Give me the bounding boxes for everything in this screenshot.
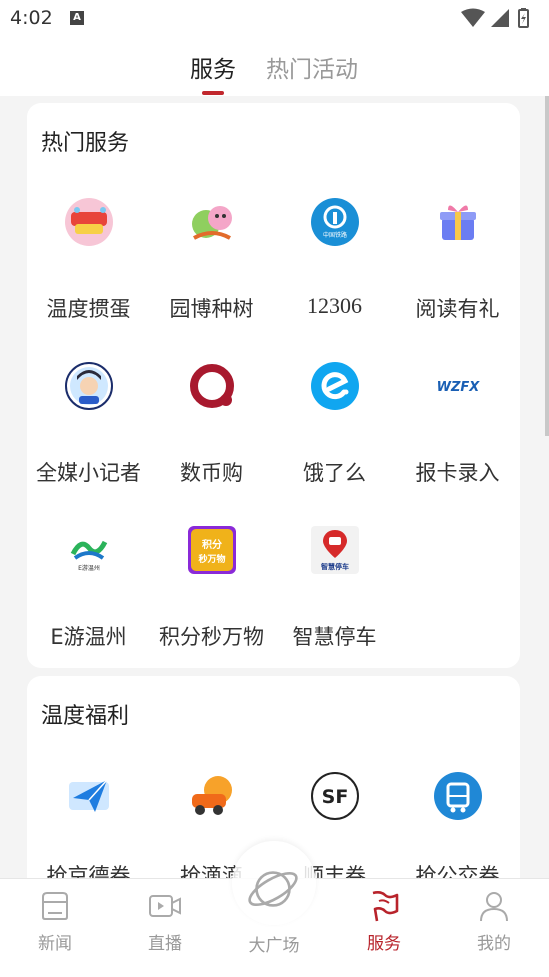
wifi-icon <box>461 8 485 27</box>
news-icon <box>42 892 68 920</box>
svg-text:E游温州: E游温州 <box>78 564 100 572</box>
nav-label: 大广场 <box>248 936 300 956</box>
service-item-e-tour-wenzhou[interactable]: E游温州 E游温州 <box>27 526 150 656</box>
service-item-eleme[interactable]: 饿了么 <box>273 362 396 492</box>
status-time: 4:02 <box>10 7 53 29</box>
service-label: 园博种树 <box>169 297 254 321</box>
bus-icon <box>434 772 482 820</box>
service-item-digital-currency[interactable]: 数币购 <box>150 362 273 492</box>
nav-item-mine[interactable]: 我的 <box>439 879 549 977</box>
service-item-kid-reporter[interactable]: 全媒小记者 <box>27 362 150 492</box>
paper-plane-icon <box>69 779 109 812</box>
china-railway-icon: 中国铁路 <box>311 198 359 246</box>
service-item-smart-parking[interactable]: 智慧停车 智慧停车 <box>273 526 396 656</box>
service-label: 积分秒万物 <box>159 625 264 649</box>
tab-services[interactable]: 服务 <box>190 50 236 84</box>
service-label: E游温州 <box>50 625 127 649</box>
wzfx-icon: WZFX <box>437 380 481 395</box>
service-item-card-entry[interactable]: WZFX 报卡录入 <box>396 362 519 492</box>
service-item-points[interactable]: 积分 秒万物 积分秒万物 <box>150 526 273 656</box>
nav-label: 直播 <box>148 934 182 954</box>
nav-item-service[interactable]: 服务 <box>329 879 439 977</box>
service-label: 饿了么 <box>303 461 366 485</box>
service-item-tree-planting[interactable]: 园博种树 <box>150 198 273 328</box>
tab-hot-activities[interactable]: 热门活动 <box>266 50 358 84</box>
status-icons <box>461 8 529 28</box>
nav-item-live[interactable]: 直播 <box>110 879 220 977</box>
status-bar: 4:02 A <box>0 0 549 36</box>
service-flag-icon <box>372 891 399 922</box>
service-label: 智慧停车 <box>292 625 377 649</box>
svg-text:秒万物: 秒万物 <box>198 553 225 565</box>
e-tour-wenzhou-icon: E游温州 <box>65 526 113 574</box>
digital-currency-icon <box>190 364 234 408</box>
guandan-game-icon <box>65 198 113 246</box>
svg-text:智慧停车: 智慧停车 <box>321 562 349 571</box>
smart-parking-icon: 智慧停车 <box>311 526 359 574</box>
service-label: 12306 <box>307 293 362 318</box>
service-label: 数币购 <box>180 461 243 485</box>
bottom-nav: 新闻 直播 大广场 服务 我的 <box>0 841 549 977</box>
section-title-hot-services: 热门服务 <box>41 131 130 156</box>
gift-box-icon <box>440 205 476 240</box>
eleme-icon <box>311 362 359 410</box>
svg-text:中国铁路: 中国铁路 <box>323 231 347 239</box>
svg-text:积分: 积分 <box>202 538 222 551</box>
sf-express-icon: SF <box>311 772 359 820</box>
service-label: 阅读有礼 <box>415 297 500 321</box>
scrollbar[interactable] <box>545 96 549 436</box>
points-icon: 积分 秒万物 <box>188 526 236 574</box>
nav-item-plaza[interactable]: 大广场 <box>219 871 329 977</box>
svg-text:WZFX: WZFX <box>437 380 481 395</box>
nav-label: 我的 <box>477 934 511 954</box>
top-tab-bar: 服务 热门活动 <box>0 36 549 96</box>
status-a-badge: A <box>70 11 84 25</box>
service-item-guandan[interactable]: 温度掼蛋 <box>27 198 150 328</box>
nav-label: 服务 <box>367 934 401 954</box>
didi-car-icon <box>192 776 232 815</box>
nav-label: 新闻 <box>38 934 72 954</box>
tree-planting-icon <box>192 206 232 240</box>
planet-icon <box>248 871 298 907</box>
live-video-icon <box>149 895 181 917</box>
signal-icon <box>491 9 509 27</box>
hot-services-card: 热门服务 温度掼蛋 园博种树 中国铁路 12306 阅读有礼 全媒小记者 数币购… <box>27 103 520 668</box>
service-label: 全媒小记者 <box>36 461 141 485</box>
active-tab-indicator <box>202 91 224 95</box>
section-title-welfare: 温度福利 <box>41 704 130 729</box>
kid-reporter-icon <box>65 362 113 410</box>
profile-icon <box>480 892 508 922</box>
service-item-reading-gift[interactable]: 阅读有礼 <box>396 198 519 328</box>
svg-text:SF: SF <box>322 786 349 808</box>
nav-item-news[interactable]: 新闻 <box>0 879 110 977</box>
service-item-12306[interactable]: 中国铁路 12306 <box>273 198 396 328</box>
service-label: 报卡录入 <box>415 461 500 485</box>
service-label: 温度掼蛋 <box>46 297 131 321</box>
